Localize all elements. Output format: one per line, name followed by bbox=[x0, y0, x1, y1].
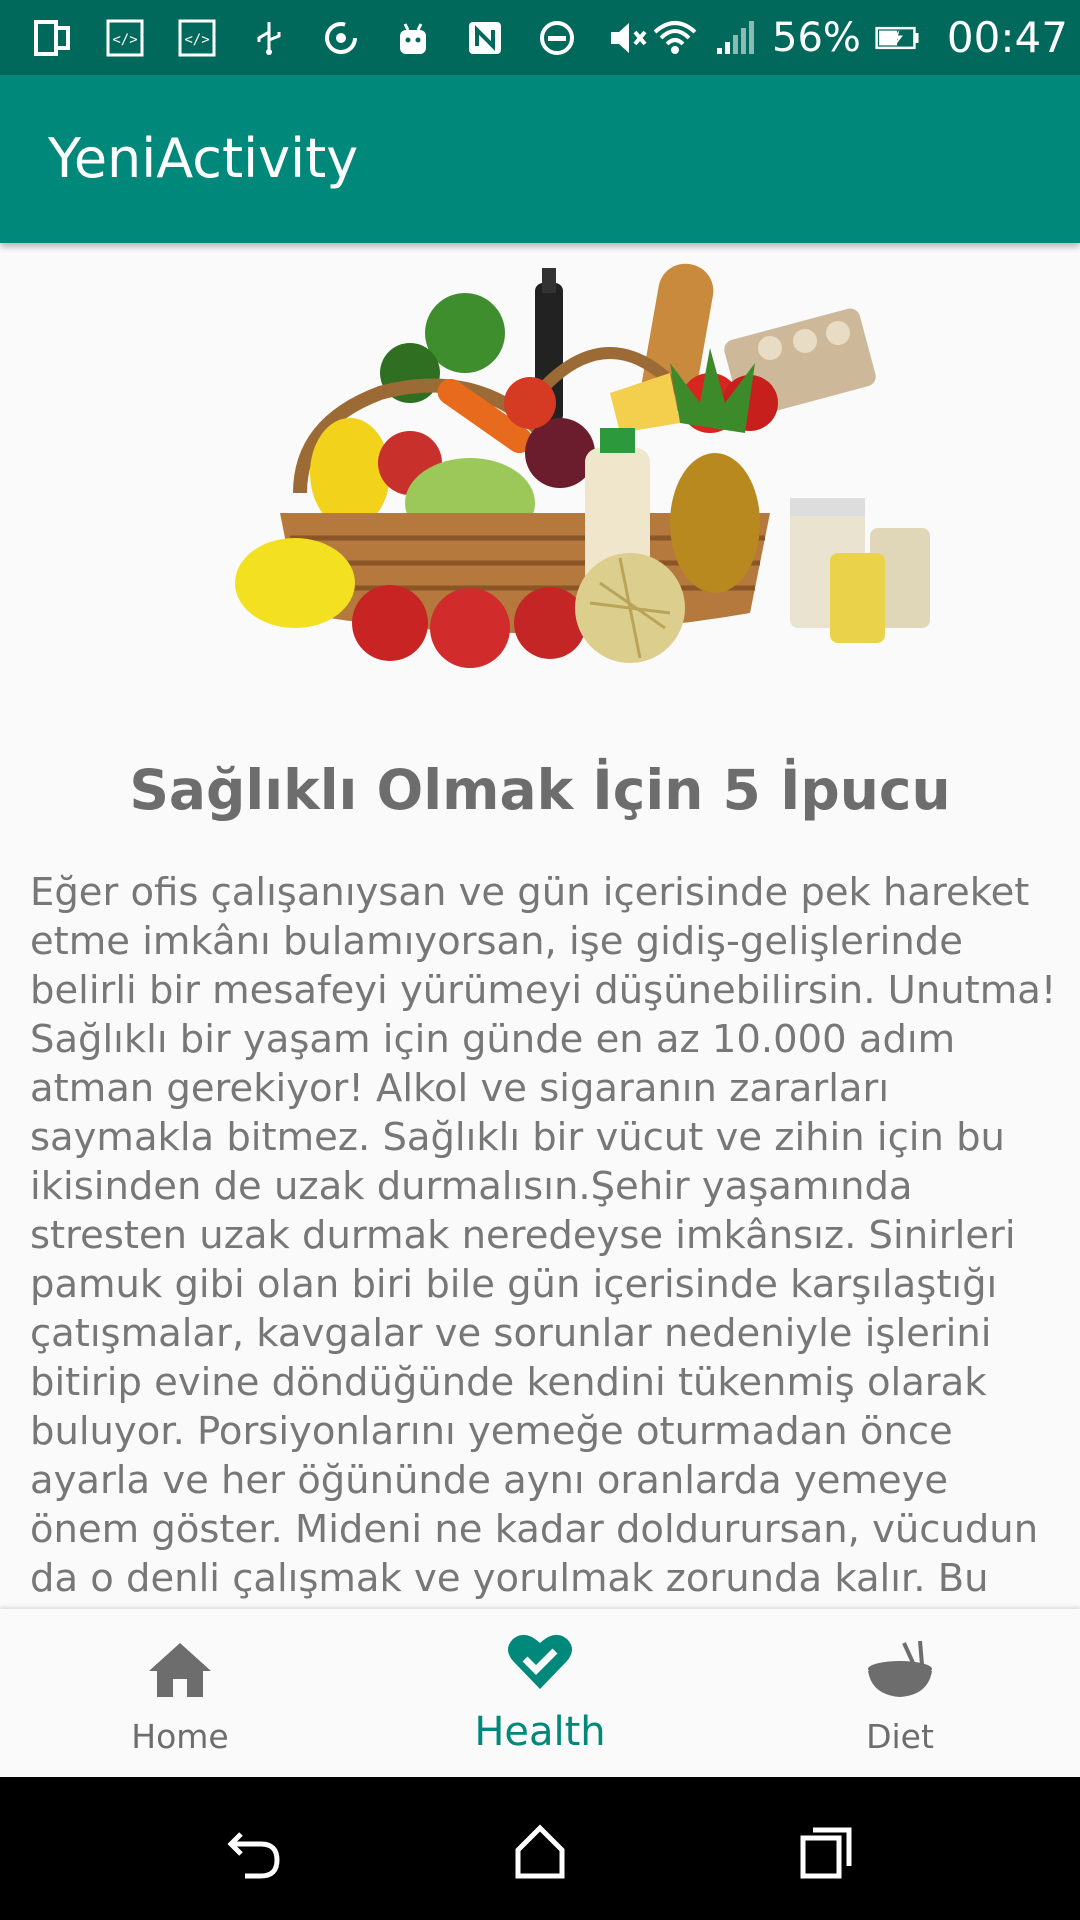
back-icon[interactable] bbox=[218, 1817, 288, 1887]
app-title: YeniActivity bbox=[48, 127, 359, 190]
dnd-icon bbox=[534, 15, 580, 61]
home-outline-icon[interactable] bbox=[505, 1817, 575, 1887]
bottom-navigation: Home Health Diet bbox=[0, 1609, 1080, 1777]
app-bar: YeniActivity bbox=[0, 75, 1080, 243]
usb-icon bbox=[246, 15, 292, 61]
status-bar: </> </> 56% 00:47 bbox=[0, 0, 1080, 75]
status-left-icons: </> </> bbox=[0, 15, 652, 61]
sync-icon bbox=[318, 15, 364, 61]
recents-icon[interactable] bbox=[792, 1817, 862, 1887]
nav-item-health[interactable]: Health bbox=[360, 1609, 720, 1777]
article-body: Eğer ofis çalışanıysan ve gün içerisinde… bbox=[30, 870, 1057, 1609]
battery-charging-icon bbox=[875, 15, 921, 61]
clock: 00:47 bbox=[946, 13, 1068, 62]
nav-item-diet[interactable]: Diet bbox=[720, 1609, 1080, 1777]
system-navigation-bar bbox=[0, 1777, 1080, 1920]
bowl-icon bbox=[864, 1639, 936, 1706]
svg-text:</>: </> bbox=[184, 32, 209, 48]
battery-percent: 56% bbox=[772, 14, 861, 61]
article-heading: Sağlıklı Olmak İçin 5 İpucu bbox=[129, 758, 951, 822]
content-scroll[interactable]: Sağlıklı Olmak İçin 5 İpucu Eğer ofis ça… bbox=[0, 243, 1080, 1609]
nav-label-diet: Diet bbox=[866, 1717, 934, 1756]
code-icon: </> bbox=[102, 15, 148, 61]
nfc-icon bbox=[462, 15, 508, 61]
nav-label-health: Health bbox=[474, 1709, 606, 1755]
mute-icon bbox=[606, 15, 652, 61]
svg-text:</>: </> bbox=[112, 32, 137, 48]
code-icon: </> bbox=[174, 15, 220, 61]
nav-item-home[interactable]: Home bbox=[0, 1609, 360, 1777]
nav-label-home: Home bbox=[131, 1717, 229, 1756]
heart-check-icon bbox=[507, 1631, 573, 1696]
signal-icon bbox=[712, 15, 758, 61]
grocery-basket-image bbox=[235, 263, 930, 668]
wifi-icon bbox=[652, 15, 698, 61]
home-icon bbox=[145, 1639, 215, 1704]
sim-card-icon bbox=[30, 15, 76, 61]
status-right: 56% 00:47 bbox=[652, 13, 1080, 62]
android-icon bbox=[390, 15, 436, 61]
